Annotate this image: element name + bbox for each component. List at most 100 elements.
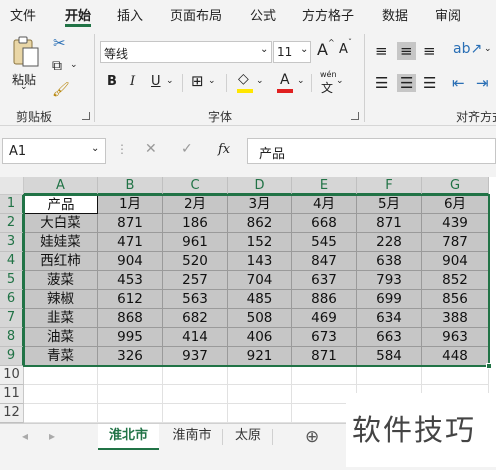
value-cell[interactable]: 787 [422,233,489,252]
header-cell[interactable]: 3月 [228,195,292,214]
value-cell[interactable]: 663 [357,328,422,347]
row-header[interactable]: 5 [0,271,24,290]
grow-font-button[interactable]: A [317,40,328,59]
borders-icon[interactable]: ⊞ [191,72,204,90]
tab-data[interactable]: 数据 [382,5,408,24]
value-cell[interactable]: 228 [357,233,422,252]
decrease-indent-icon[interactable]: ⇤ [452,74,465,92]
value-cell[interactable]: 326 [98,347,163,366]
tab-file[interactable]: 文件 [10,5,36,24]
header-cell[interactable]: 6月 [422,195,489,214]
phonetic-button[interactable]: wén [320,70,337,79]
empty-cell[interactable] [228,385,292,404]
formula-input[interactable]: 产品 [247,138,496,164]
row-header[interactable]: 2 [0,214,24,233]
insert-function-button[interactable]: fx [218,142,230,157]
tab-insert[interactable]: 插入 [117,5,143,24]
copy-icon[interactable]: ⧉ [52,58,62,74]
underline-dropdown-icon[interactable]: ⌄ [166,76,174,86]
value-cell[interactable]: 847 [292,252,357,271]
value-cell[interactable]: 995 [98,328,163,347]
sheet-tab-taiyuan[interactable]: 太原 [226,424,270,450]
select-all-corner[interactable] [0,177,24,195]
sheet-tab-huainan[interactable]: 淮南市 [163,424,221,450]
font-name-select[interactable]: 等线 ⌄ [100,41,272,63]
value-cell[interactable]: 634 [357,309,422,328]
header-cell[interactable]: 2月 [163,195,228,214]
empty-cell[interactable] [98,404,163,423]
empty-cell[interactable] [357,366,422,385]
value-cell[interactable]: 856 [422,290,489,309]
font-color-button[interactable]: A [280,72,290,88]
font-size-select[interactable]: 11 ⌄ [273,41,311,63]
fill-color-icon[interactable]: ◇ [238,71,249,87]
italic-button[interactable]: I [130,74,135,89]
column-header[interactable]: D [228,177,292,195]
product-cell[interactable]: 大白菜 [24,214,98,233]
tab-home[interactable]: 开始 [65,5,91,24]
value-cell[interactable]: 520 [163,252,228,271]
value-cell[interactable]: 584 [357,347,422,366]
row-header[interactable]: 3 [0,233,24,252]
value-cell[interactable]: 868 [98,309,163,328]
cut-icon[interactable]: ✂ [53,34,66,52]
empty-cell[interactable] [422,366,489,385]
align-right-icon[interactable]: ☰ [423,74,436,92]
phonetic-dropdown-icon[interactable]: ⌄ [336,76,344,86]
cancel-icon[interactable]: ✕ [145,141,157,157]
value-cell[interactable]: 886 [292,290,357,309]
value-cell[interactable]: 612 [98,290,163,309]
align-bottom-icon[interactable]: ≡ [423,42,436,60]
enter-icon[interactable]: ✓ [181,141,193,157]
sheet-tab-huaibei[interactable]: 淮北市 [98,424,159,450]
value-cell[interactable]: 257 [163,271,228,290]
value-cell[interactable]: 143 [228,252,292,271]
value-cell[interactable]: 448 [422,347,489,366]
clipboard-launcher-icon[interactable] [82,112,90,120]
column-header[interactable]: E [292,177,357,195]
value-cell[interactable]: 469 [292,309,357,328]
value-cell[interactable]: 406 [228,328,292,347]
borders-dropdown-icon[interactable]: ⌄ [208,76,216,86]
value-cell[interactable]: 871 [98,214,163,233]
value-cell[interactable]: 921 [228,347,292,366]
column-header[interactable]: C [163,177,228,195]
empty-cell[interactable] [24,366,98,385]
empty-cell[interactable] [228,404,292,423]
value-cell[interactable]: 508 [228,309,292,328]
product-cell[interactable]: 西红柿 [24,252,98,271]
value-cell[interactable]: 904 [98,252,163,271]
orientation-dropdown-icon[interactable]: ⌄ [484,44,492,54]
empty-cell[interactable] [163,366,228,385]
align-left-icon[interactable]: ☰ [375,74,388,92]
value-cell[interactable]: 453 [98,271,163,290]
format-painter-icon[interactable]: 🖌 [52,82,70,98]
empty-cell[interactable] [292,366,357,385]
value-cell[interactable]: 704 [228,271,292,290]
font-color-dropdown-icon[interactable]: ⌄ [297,76,305,86]
empty-cell[interactable] [163,404,228,423]
product-cell[interactable]: 辣椒 [24,290,98,309]
row-header[interactable]: 1 [0,195,24,214]
fill-handle[interactable] [486,363,492,369]
value-cell[interactable]: 852 [422,271,489,290]
column-header[interactable]: F [357,177,422,195]
product-cell[interactable]: 娃娃菜 [24,233,98,252]
add-sheet-button[interactable]: ⊕ [305,427,319,447]
shrink-font-button[interactable]: A [339,42,348,57]
value-cell[interactable]: 414 [163,328,228,347]
row-header[interactable]: 4 [0,252,24,271]
empty-cell[interactable] [98,385,163,404]
value-cell[interactable]: 673 [292,328,357,347]
value-cell[interactable]: 439 [422,214,489,233]
value-cell[interactable]: 961 [163,233,228,252]
column-header[interactable]: G [422,177,489,195]
tab-formulas[interactable]: 公式 [250,5,276,24]
empty-cell[interactable] [98,366,163,385]
column-header[interactable]: B [98,177,163,195]
header-cell[interactable]: 4月 [292,195,357,214]
row-header[interactable]: 6 [0,290,24,309]
value-cell[interactable]: 668 [292,214,357,233]
value-cell[interactable]: 563 [163,290,228,309]
product-cell[interactable]: 菠菜 [24,271,98,290]
